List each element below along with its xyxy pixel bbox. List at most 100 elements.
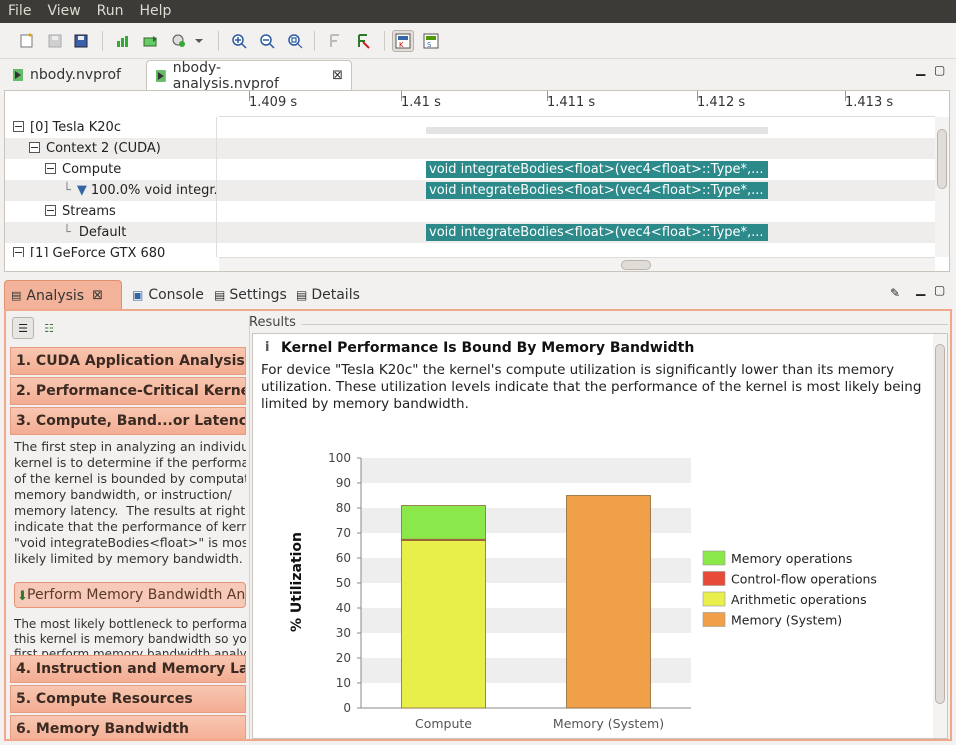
brush-icon[interactable]: ✎ (890, 286, 900, 300)
export-icon[interactable] (112, 30, 134, 52)
new-session-icon[interactable] (16, 30, 38, 52)
analysis-panel: ☰ ☷ 1. CUDA Application Analysis 2. Perf… (4, 309, 952, 741)
intro-line: of the kernel is bounded by computation, (14, 471, 246, 486)
timeline-row-device-0[interactable]: [0] Tesla K20c (5, 117, 935, 138)
y-tick-label: 70 (336, 526, 351, 540)
tab-settings[interactable]: ▤ Settings (208, 280, 293, 310)
kernel-bar[interactable]: void integrateBodies<float>(vec4<float>:… (426, 182, 768, 199)
y-tick-label: 60 (336, 551, 351, 565)
collapse-icon[interactable] (29, 142, 40, 153)
filter-icon[interactable] (168, 30, 190, 52)
zoom-fit-icon[interactable] (284, 30, 306, 52)
tick-label: 1.409 s (249, 95, 298, 110)
y-tick-label: 30 (336, 626, 351, 640)
menu-help[interactable]: Help (132, 0, 180, 23)
y-tick-label: 90 (336, 476, 351, 490)
nvprof-file-icon (13, 69, 23, 81)
console-icon: ▣ (132, 288, 144, 302)
tab-nbody-analysis-nvprof[interactable]: nbody-analysis.nvprof ⊠ (146, 59, 352, 92)
tab-label: Details (311, 287, 360, 303)
guided-mode-icon[interactable]: ☰ (12, 317, 34, 339)
menu-file[interactable]: File (0, 0, 39, 23)
flow-reset-icon[interactable] (352, 30, 374, 52)
x-category-label: Compute (415, 716, 472, 731)
row-label: 100.0% void integr... (90, 183, 217, 198)
section-memory-bandwidth[interactable]: 6. Memory Bandwidth (10, 715, 246, 739)
minimize-icon[interactable]: ▁ (916, 282, 925, 296)
tab-label: Analysis (26, 287, 85, 304)
bar-segment[interactable] (401, 540, 486, 709)
tab-details[interactable]: ▤ Details (290, 280, 366, 310)
scroll-thumb[interactable] (621, 260, 651, 270)
expand-icon[interactable] (13, 247, 24, 257)
timeline-horizontal-scrollbar[interactable] (219, 257, 935, 271)
nvprof-file-icon (155, 69, 166, 82)
dropdown-icon[interactable] (192, 30, 206, 52)
row-label: [1] GeForce GTX 680 (30, 246, 166, 257)
timeline-row-kernel[interactable]: └ ▼ 100.0% void integr... void integrateBo… (5, 180, 935, 201)
legend-label: Memory (System) (731, 613, 842, 628)
save-icon[interactable] (44, 30, 66, 52)
tick-label: 1.41 s (401, 95, 441, 110)
scroll-thumb[interactable] (935, 344, 945, 704)
funnel-icon: ▼ (76, 183, 87, 198)
unguided-mode-icon[interactable]: ☷ (38, 317, 60, 339)
menu-view[interactable]: View (39, 0, 88, 23)
intro-line: memory latency. The results at right (14, 503, 246, 518)
results-pane: Results i Kernel Performance Is Bound By… (249, 315, 948, 739)
close-icon[interactable]: ⊠ (332, 68, 343, 83)
intro-line: kernel is to determine if the performanc… (14, 455, 246, 470)
bar-segment[interactable] (566, 495, 651, 709)
scroll-thumb[interactable] (937, 129, 947, 189)
tab-label: nbody-analysis.nvprof (172, 59, 279, 92)
kernel-view-icon[interactable]: K (392, 30, 414, 52)
section-instruction-memory-latency[interactable]: 4. Instruction and Memory Latency (10, 655, 246, 683)
results-vertical-scrollbar[interactable] (933, 334, 947, 738)
bottom-panel-tabs: ▤ Analysis ⊠ ▣ Console ▤ Settings ▤ Deta… (4, 280, 952, 310)
timeline-row-default-stream[interactable]: └ Default void integrateBodies<float>(vec… (5, 222, 935, 243)
timeline-vertical-scrollbar[interactable] (935, 117, 949, 257)
section-compute-bandwidth-latency[interactable]: 3. Compute, Band...or Latency Bound (10, 407, 246, 435)
section-cuda-application-analysis[interactable]: 1. CUDA Application Analysis (10, 347, 246, 375)
collapse-icon[interactable] (45, 163, 56, 174)
kernel-bar[interactable]: void integrateBodies<float>(vec4<float>:… (426, 161, 768, 178)
tick-label: 1.413 s (845, 95, 894, 110)
import-icon[interactable] (140, 30, 162, 52)
flow-icon[interactable] (324, 30, 346, 52)
row-label: [0] Tesla K20c (30, 120, 121, 135)
minimize-icon[interactable]: ▁ (916, 62, 925, 76)
tab-analysis[interactable]: ▤ Analysis ⊠ (4, 280, 122, 310)
svg-text:S: S (427, 41, 432, 49)
zoom-in-icon[interactable] (228, 30, 250, 52)
tab-console[interactable]: ▣ Console (126, 280, 210, 310)
intro-line: likely limited by memory bandwidth. (14, 551, 243, 566)
y-tick-label: 0 (343, 701, 351, 715)
row-label: Default (78, 225, 127, 240)
save-all-icon[interactable] (70, 30, 92, 52)
bar-segment[interactable] (401, 505, 486, 540)
close-icon[interactable]: ⊠ (92, 288, 103, 303)
section-compute-resources[interactable]: 5. Compute Resources (10, 685, 246, 713)
legend-swatch (702, 550, 726, 566)
y-tick-label: 20 (336, 651, 351, 665)
perform-memory-bandwidth-analysis-button[interactable]: ⬇ Perform Memory Bandwidth Analysis (14, 582, 246, 608)
timeline-row-compute[interactable]: Compute void integrateBodies<float>(vec4… (5, 159, 935, 180)
button-label: Perform Memory Bandwidth Analysis (27, 587, 246, 603)
kernel-bar[interactable]: void integrateBodies<float>(vec4<float>:… (426, 224, 768, 241)
timeline-row-device-1[interactable]: [1] GeForce GTX 680 (5, 243, 935, 257)
menu-run[interactable]: Run (89, 0, 132, 23)
timeline-row-context[interactable]: Context 2 (CUDA) (5, 138, 935, 159)
zoom-out-icon[interactable] (256, 30, 278, 52)
pane-divider[interactable] (249, 315, 250, 739)
timeline-row-streams[interactable]: Streams (5, 201, 935, 222)
results-header: Results (249, 315, 296, 330)
section-performance-critical-kernels[interactable]: 2. Performance-Critical Kernels (10, 377, 246, 405)
maximize-icon[interactable]: ▢ (934, 283, 945, 297)
tab-nbody-nvprof[interactable]: nbody.nvprof (4, 60, 144, 90)
collapse-icon[interactable] (13, 121, 24, 132)
timeline-view: 1.409 s 1.41 s 1.411 s 1.412 s 1.413 s [… (4, 90, 950, 272)
maximize-icon[interactable]: ▢ (934, 63, 945, 77)
collapse-icon[interactable] (45, 205, 56, 216)
legend-swatch (702, 591, 726, 607)
stream-view-icon[interactable]: S (420, 30, 442, 52)
